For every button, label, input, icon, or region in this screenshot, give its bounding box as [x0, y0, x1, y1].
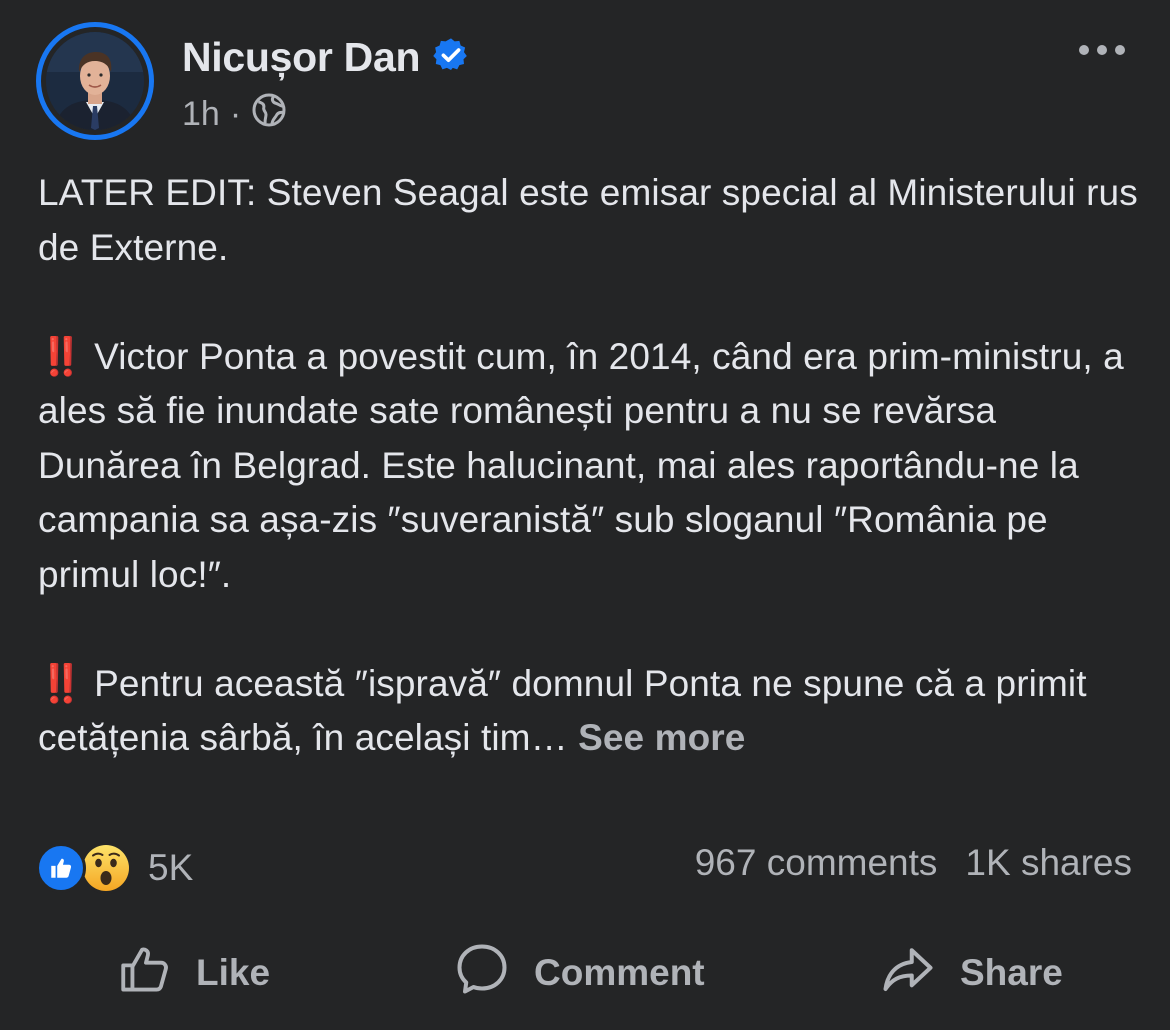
share-label: Share: [960, 952, 1063, 993]
comment-button[interactable]: Comment: [452, 938, 705, 1008]
author-name[interactable]: Nicușor Dan: [182, 34, 421, 81]
post-paragraph: LATER EDIT: Steven Seagal este emisar sp…: [38, 166, 1138, 275]
author-line: Nicușor Dan: [182, 34, 470, 81]
post-time[interactable]: 1h: [182, 95, 220, 134]
post-paragraph: ‼️ Pentru această ″ispravă″ domnul Ponta …: [38, 657, 1138, 766]
wow-reaction-icon: [80, 842, 132, 894]
paragraph-text: LATER EDIT: Steven Seagal este emisar sp…: [38, 172, 1138, 268]
comment-bubble-icon: [452, 939, 512, 1008]
like-label: Like: [196, 952, 271, 993]
shares-count[interactable]: 1K shares: [965, 842, 1132, 884]
thumbs-up-icon: [116, 940, 174, 1007]
facebook-post: Nicușor Dan 1h · LATER EDIT: Steven Seag…: [0, 0, 1170, 1030]
double-exclamation-icon: ‼️: [38, 335, 84, 377]
like-reaction-icon: [36, 843, 86, 893]
avatar-image: [46, 32, 144, 130]
reaction-count: 5K: [148, 847, 194, 888]
paragraph-text: Pentru această ″ispravă″ domnul Ponta ne…: [38, 662, 1087, 759]
post-meta: 1h ·: [182, 92, 287, 137]
comment-label: Comment: [534, 952, 705, 993]
paragraph-text: Victor Ponta a povestit cum, în 2014, câ…: [38, 335, 1124, 595]
double-exclamation-icon: ‼️: [38, 662, 84, 704]
verified-badge-icon: [432, 36, 470, 79]
like-button[interactable]: Like: [116, 938, 270, 1008]
reactions-summary[interactable]: 5K: [36, 842, 193, 894]
engagement-stats: 967 comments 1K shares: [695, 842, 1132, 884]
more-horizontal-icon: [1078, 43, 1126, 61]
post-paragraph: ‼️ Victor Ponta a povestit cum, în 2014, …: [38, 330, 1138, 603]
globe-icon[interactable]: [251, 92, 287, 137]
post-text: LATER EDIT: Steven Seagal este emisar sp…: [38, 166, 1138, 766]
post-action-bar: Like Comment Share: [0, 938, 1170, 1008]
author-avatar[interactable]: [36, 22, 154, 140]
post-options-button[interactable]: [1074, 32, 1130, 72]
meta-separator: ·: [229, 95, 242, 133]
see-more-link[interactable]: See more: [578, 717, 745, 758]
share-arrow-icon: [878, 939, 938, 1008]
comments-count[interactable]: 967 comments: [695, 842, 938, 884]
share-button[interactable]: Share: [878, 938, 1063, 1008]
